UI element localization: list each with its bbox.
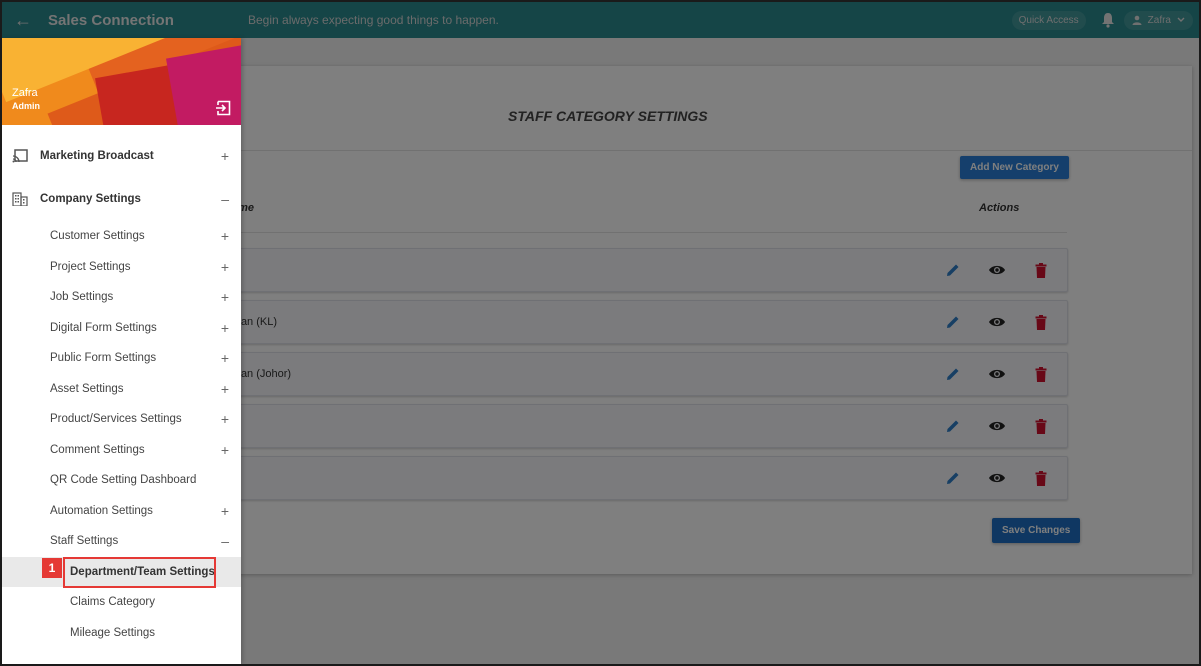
sidebar-item-claims-category[interactable]: Claims Category bbox=[2, 587, 241, 618]
sidebar-item-digital-form-settings[interactable]: Digital Form Settings + bbox=[2, 313, 241, 344]
expand-icon: + bbox=[220, 502, 229, 519]
sidebar-item-mileage-settings[interactable]: Mileage Settings bbox=[2, 618, 241, 649]
collapse-icon: – bbox=[221, 533, 229, 550]
sidebar-item-asset-settings[interactable]: Asset Settings + bbox=[2, 374, 241, 405]
sidebar-item-project-settings[interactable]: Project Settings + bbox=[2, 252, 241, 283]
expand-icon: + bbox=[220, 228, 229, 245]
sidebar-item-department-team-settings[interactable]: Department/Team Settings 1 bbox=[2, 556, 241, 588]
drawer-user-role: Admin bbox=[12, 101, 40, 111]
sidebar-item-company-settings[interactable]: Company Settings – bbox=[2, 178, 241, 222]
cast-icon bbox=[12, 149, 28, 163]
sidebar-item-product-services-settings[interactable]: Product/Services Settings + bbox=[2, 404, 241, 435]
collapse-icon: – bbox=[221, 191, 229, 208]
logout-button[interactable] bbox=[215, 100, 231, 116]
expand-icon: + bbox=[220, 147, 229, 164]
sidebar-item-job-settings[interactable]: Job Settings + bbox=[2, 282, 241, 313]
app-window: ← Sales Connection Begin always expectin… bbox=[0, 0, 1201, 666]
sidebar-item-qr-code-setting-dashboard[interactable]: QR Code Setting Dashboard bbox=[2, 465, 241, 496]
expand-icon: + bbox=[220, 350, 229, 367]
sidebar-item-staff-settings[interactable]: Staff Settings – bbox=[2, 526, 241, 557]
expand-icon: + bbox=[220, 441, 229, 458]
drawer-header: Zafra Admin bbox=[2, 38, 241, 125]
navigation-drawer: Zafra Admin Marketing Broadcast + Compan… bbox=[2, 38, 241, 664]
sidebar-item-marketing-broadcast[interactable]: Marketing Broadcast + bbox=[2, 134, 241, 178]
sidebar-item-automation-settings[interactable]: Automation Settings + bbox=[2, 496, 241, 527]
sidebar-item-comment-settings[interactable]: Comment Settings + bbox=[2, 435, 241, 466]
sidebar-item-customer-settings[interactable]: Customer Settings + bbox=[2, 221, 241, 252]
building-icon bbox=[12, 192, 28, 207]
drawer-user-name: Zafra bbox=[12, 87, 38, 99]
expand-icon: + bbox=[220, 411, 229, 428]
expand-icon: + bbox=[220, 380, 229, 397]
sidebar-item-public-form-settings[interactable]: Public Form Settings + bbox=[2, 343, 241, 374]
sidebar-menu: Marketing Broadcast + Company Settings –… bbox=[2, 125, 241, 648]
annotation-step-badge: 1 bbox=[42, 557, 62, 578]
expand-icon: + bbox=[220, 319, 229, 336]
expand-icon: + bbox=[220, 289, 229, 306]
annotation-highlight-box bbox=[63, 556, 216, 588]
expand-icon: + bbox=[220, 258, 229, 275]
logout-icon bbox=[216, 100, 231, 116]
